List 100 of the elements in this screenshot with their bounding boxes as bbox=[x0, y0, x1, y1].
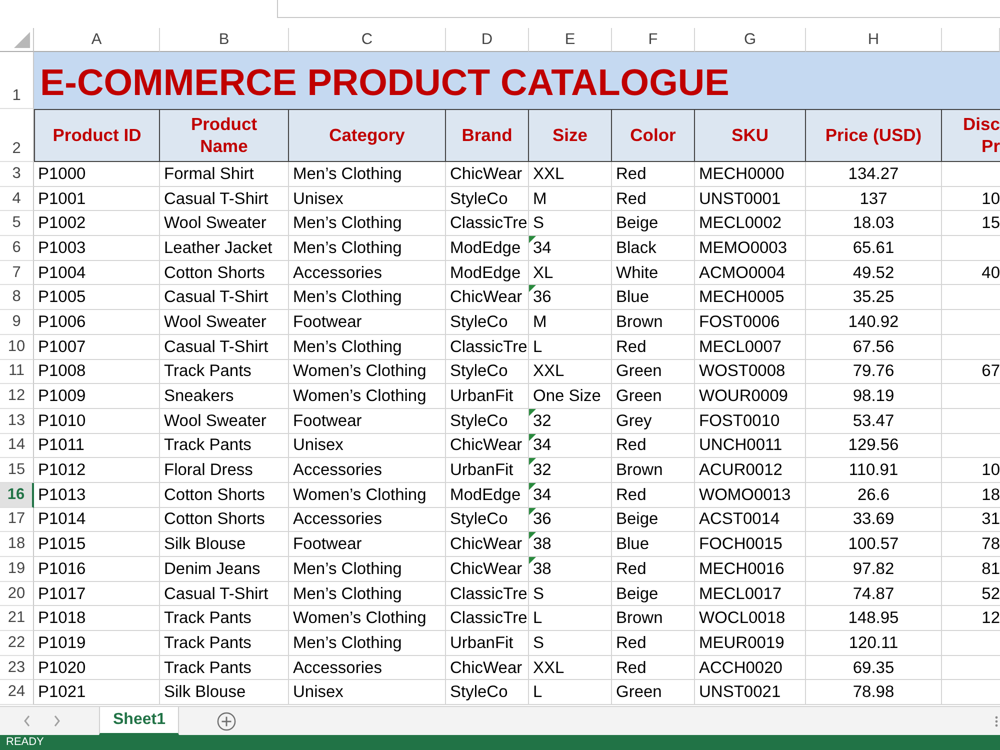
sheet-tab[interactable]: Sheet1 bbox=[99, 706, 180, 734]
table-cell: 65.61 bbox=[806, 236, 942, 261]
header-cell: Color bbox=[612, 109, 695, 162]
table-cell: M bbox=[529, 186, 612, 212]
table-cell: Blue bbox=[612, 285, 695, 310]
row-header[interactable]: 21 bbox=[0, 606, 34, 632]
table-cell: StyleCo bbox=[446, 680, 529, 706]
table-cell: 78 bbox=[942, 532, 1000, 557]
table-cell: ACST0014 bbox=[695, 508, 806, 532]
table-cell: ACMO0004 bbox=[695, 260, 806, 286]
header-cell: Brand bbox=[446, 109, 529, 162]
row-header[interactable]: 17 bbox=[0, 508, 34, 532]
table-cell: Sneakers bbox=[160, 384, 289, 409]
table-cell: 10 bbox=[942, 458, 1000, 483]
table-cell: XXL bbox=[529, 162, 612, 187]
table-cell: P1009 bbox=[34, 384, 160, 409]
table-cell: 53.47 bbox=[806, 408, 942, 434]
table-cell: 40 bbox=[942, 260, 1000, 286]
row-header[interactable]: 3 bbox=[0, 162, 34, 187]
table-cell: Casual T-Shirt bbox=[160, 186, 289, 212]
table-cell: 33.69 bbox=[806, 508, 942, 532]
table-cell: Men’s Clothing bbox=[289, 334, 446, 360]
table-cell: 140.92 bbox=[806, 310, 942, 335]
table-cell: Brown bbox=[612, 310, 695, 335]
add-sheet-icon[interactable] bbox=[217, 712, 236, 730]
table-cell: Beige bbox=[612, 508, 695, 532]
row-header[interactable]: 8 bbox=[0, 285, 34, 310]
row-header[interactable]: 12 bbox=[0, 384, 34, 409]
table-cell: MECL0002 bbox=[695, 211, 806, 236]
table-cell: L bbox=[529, 680, 612, 706]
table-cell: Men’s Clothing bbox=[289, 582, 446, 606]
table-cell: ChicWear bbox=[446, 162, 529, 187]
table-cell: Denim Jeans bbox=[160, 557, 289, 582]
select-all-icon[interactable] bbox=[14, 32, 30, 48]
row-header[interactable]: 16 bbox=[0, 482, 34, 508]
table-cell: 110.91 bbox=[806, 458, 942, 483]
table-cell: Footwear bbox=[289, 532, 446, 557]
table-cell: P1015 bbox=[34, 532, 160, 557]
table-cell: 35.25 bbox=[806, 285, 942, 310]
table-cell: 148.95 bbox=[806, 606, 942, 632]
row-header[interactable]: 18 bbox=[0, 532, 34, 557]
table-cell: P1002 bbox=[34, 211, 160, 236]
table-cell: M bbox=[529, 310, 612, 335]
table-cell: UNST0021 bbox=[695, 680, 806, 706]
table-cell: Women’s Clothing bbox=[289, 360, 446, 384]
row-header[interactable]: 23 bbox=[0, 656, 34, 680]
table-cell: Cotton Shorts bbox=[160, 482, 289, 508]
row-header[interactable]: 24 bbox=[0, 680, 34, 706]
scroll-right-icon[interactable] bbox=[53, 715, 61, 727]
table-cell: StyleCo bbox=[446, 408, 529, 434]
header-cell: Size bbox=[529, 109, 612, 162]
table-cell: Unisex bbox=[289, 434, 446, 458]
table-cell: P1020 bbox=[34, 656, 160, 680]
table-cell: XXL bbox=[529, 656, 612, 680]
row-header[interactable]: 7 bbox=[0, 260, 34, 286]
split-handle-icon[interactable] bbox=[995, 716, 998, 726]
scroll-left-icon[interactable] bbox=[23, 715, 31, 727]
table-cell: 137 bbox=[806, 186, 942, 212]
row-header[interactable]: 10 bbox=[0, 334, 34, 360]
catalogue-title: E-COMMERCE PRODUCT CATALOGUE bbox=[34, 52, 1000, 109]
row-header[interactable]: 14 bbox=[0, 434, 34, 458]
table-cell: Footwear bbox=[289, 310, 446, 335]
row-header[interactable]: 19 bbox=[0, 557, 34, 582]
table-cell: 78.98 bbox=[806, 680, 942, 706]
row-header[interactable]: 5 bbox=[0, 211, 34, 236]
table-cell: Beige bbox=[612, 582, 695, 606]
table-cell: 18.03 bbox=[806, 211, 942, 236]
table-cell: StyleCo bbox=[446, 508, 529, 532]
table-cell: Brown bbox=[612, 606, 695, 632]
row-header[interactable]: 2 bbox=[0, 109, 34, 162]
row-header[interactable]: 22 bbox=[0, 631, 34, 656]
table-cell: 10 bbox=[942, 186, 1000, 212]
row-header[interactable]: 4 bbox=[0, 186, 34, 212]
table-cell: Wool Sweater bbox=[160, 408, 289, 434]
table-cell: Cotton Shorts bbox=[160, 508, 289, 532]
row-header[interactable]: 6 bbox=[0, 236, 34, 261]
table-cell: UNST0001 bbox=[695, 186, 806, 212]
table-cell: Grey bbox=[612, 408, 695, 434]
table-cell: Wool Sweater bbox=[160, 310, 289, 335]
header-cell: Product Name bbox=[160, 109, 289, 162]
status-text: READY bbox=[6, 736, 44, 749]
table-cell: 74.87 bbox=[806, 582, 942, 606]
table-cell: FOST0006 bbox=[695, 310, 806, 335]
formula-bar-field[interactable] bbox=[277, 0, 1000, 18]
row-header[interactable]: 11 bbox=[0, 360, 34, 384]
row-header[interactable]: 9 bbox=[0, 310, 34, 335]
row-header[interactable]: 20 bbox=[0, 582, 34, 606]
table-cell: S bbox=[529, 582, 612, 606]
row-header[interactable]: 13 bbox=[0, 408, 34, 434]
table-cell: P1019 bbox=[34, 631, 160, 656]
table-cell: StyleCo bbox=[446, 186, 529, 212]
table-cell: Footwear bbox=[289, 408, 446, 434]
row-header[interactable]: 15 bbox=[0, 458, 34, 483]
table-cell: 97.82 bbox=[806, 557, 942, 582]
table-cell: Red bbox=[612, 434, 695, 458]
table-cell: WOMO0013 bbox=[695, 482, 806, 508]
table-cell: P1017 bbox=[34, 582, 160, 606]
table-cell: Wool Sweater bbox=[160, 211, 289, 236]
row-header[interactable]: 1 bbox=[0, 52, 34, 109]
table-cell: Men’s Clothing bbox=[289, 285, 446, 310]
